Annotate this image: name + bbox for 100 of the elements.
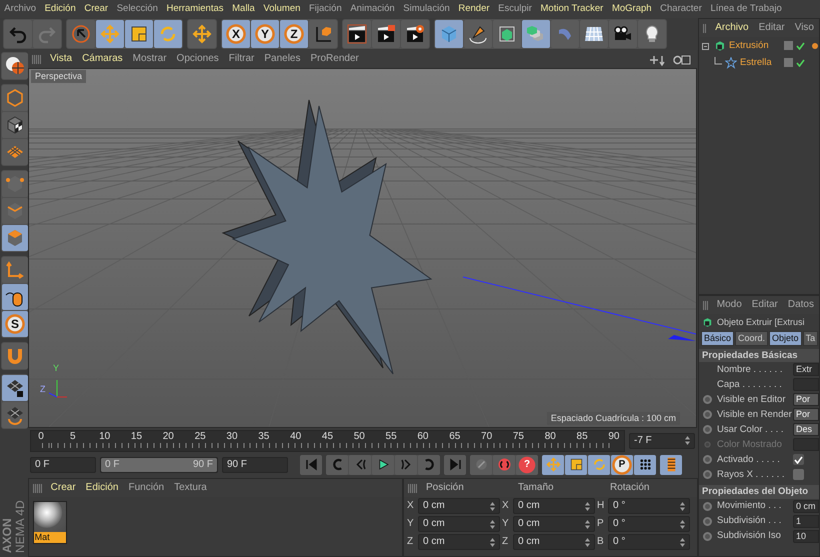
menu-item[interactable]: Animación xyxy=(346,3,399,15)
value-field[interactable]: 0 cm xyxy=(513,516,595,532)
grid-rotate-button[interactable] xyxy=(2,402,28,428)
value-field[interactable]: 0 ° xyxy=(608,534,690,550)
view-navigation-icon[interactable] xyxy=(648,54,692,66)
value-field[interactable]: 0 cm xyxy=(418,498,500,514)
magnet-button[interactable] xyxy=(2,343,28,369)
grid-lock-button[interactable] xyxy=(2,375,28,401)
menu-item[interactable]: Malla xyxy=(228,3,260,15)
keyframe-icon[interactable] xyxy=(703,425,712,434)
keyframe-icon[interactable] xyxy=(703,470,712,480)
menu-item[interactable]: Fijación xyxy=(304,3,346,15)
spinner-icon[interactable] xyxy=(490,502,495,510)
textured-cube-button[interactable] xyxy=(2,112,28,138)
select-tool-button[interactable] xyxy=(67,20,95,48)
panel-grip[interactable] xyxy=(32,484,42,492)
menu-item[interactable]: Archivo xyxy=(0,3,40,15)
value-field[interactable]: 0 cm xyxy=(418,534,500,550)
axis-toggle-button[interactable]: Z xyxy=(280,20,308,48)
rotate-tool-button[interactable] xyxy=(588,454,610,474)
play-button[interactable] xyxy=(372,454,394,474)
current-frame-field[interactable]: -7 F xyxy=(629,432,695,448)
move-tool-button[interactable] xyxy=(542,454,564,474)
menu-item[interactable]: Datos xyxy=(782,299,819,311)
coordinate-system-button[interactable] xyxy=(309,20,337,48)
axis-toggle-button[interactable]: P xyxy=(611,454,633,474)
menu-item[interactable]: Editar xyxy=(746,299,783,311)
scale-tool-button[interactable] xyxy=(125,20,153,48)
menu-item[interactable]: Edición xyxy=(80,482,124,494)
undo-button[interactable] xyxy=(4,20,32,48)
dot-grid-button[interactable] xyxy=(634,454,656,474)
dropdown[interactable]: Por xyxy=(793,393,819,406)
checkbox[interactable] xyxy=(793,454,804,466)
spinner-icon[interactable] xyxy=(585,538,590,546)
spinner-icon[interactable] xyxy=(680,538,685,546)
value-field[interactable]: 0 cm xyxy=(418,516,500,532)
grid-plane-button[interactable] xyxy=(2,139,28,165)
input-field[interactable]: 1 xyxy=(793,514,819,528)
dropdown[interactable]: Por xyxy=(793,408,819,422)
menu-item[interactable]: Selección xyxy=(112,3,162,15)
floor-plane-button[interactable] xyxy=(580,20,608,48)
menu-item[interactable]: MoGraph xyxy=(608,3,656,15)
axis-toggle-button[interactable]: X xyxy=(222,20,250,48)
menu-item[interactable]: Textura xyxy=(169,482,212,494)
spinner-icon[interactable] xyxy=(680,520,685,528)
axis-toggle-button[interactable]: Y xyxy=(251,20,279,48)
menu-item[interactable]: Crear xyxy=(46,482,81,494)
end-frame-field[interactable]: 90 F xyxy=(222,456,288,472)
keyframe-icon[interactable] xyxy=(703,395,712,404)
menu-item[interactable]: Crear xyxy=(80,3,112,15)
render-settings-button[interactable] xyxy=(401,20,429,48)
menu-item[interactable]: Esculpir xyxy=(494,3,536,15)
value-field[interactable]: 0 cm xyxy=(513,498,595,514)
menu-item[interactable]: Vista xyxy=(45,53,78,65)
keyframe-icon[interactable] xyxy=(703,502,712,511)
mouse-button[interactable] xyxy=(2,284,28,310)
spinner-icon[interactable] xyxy=(680,502,685,510)
spinner-icon[interactable] xyxy=(490,520,495,528)
tab[interactable]: Coord. xyxy=(735,331,768,346)
previous-key-button[interactable] xyxy=(326,454,348,474)
menu-item[interactable]: ProRender xyxy=(306,53,364,65)
check-icon[interactable] xyxy=(796,58,805,66)
start-frame-field[interactable]: 0 F xyxy=(30,456,96,472)
object-name[interactable]: Estrella xyxy=(740,56,781,68)
keyframe-icon[interactable] xyxy=(703,410,712,420)
axis-toggle-button[interactable]: S xyxy=(2,311,28,337)
menu-item[interactable]: Cámaras xyxy=(77,53,128,65)
dropdown[interactable]: Des xyxy=(793,423,819,436)
light-bulb-button[interactable] xyxy=(638,20,666,48)
menu-item[interactable]: Modo xyxy=(712,299,747,311)
menu-item[interactable]: Archivo xyxy=(710,22,754,34)
menu-item[interactable]: Paneles xyxy=(259,53,306,65)
checkbox[interactable] xyxy=(793,469,804,480)
menu-item[interactable]: Render xyxy=(454,3,494,15)
camera-button[interactable] xyxy=(609,20,637,48)
menu-item[interactable]: Línea de Trabajo xyxy=(706,3,786,15)
menu-item[interactable]: Mostrar xyxy=(128,53,172,65)
cube-face-button[interactable] xyxy=(2,225,28,251)
value-field[interactable]: 0 ° xyxy=(608,498,690,514)
menu-item[interactable]: Filtrar xyxy=(224,53,260,65)
menu-item[interactable]: Character xyxy=(656,3,706,15)
panel-grip[interactable] xyxy=(703,300,708,310)
value-field[interactable]: 0 cm xyxy=(513,534,595,550)
tab[interactable]: Básico xyxy=(701,331,734,346)
first-frame-button[interactable] xyxy=(300,454,322,474)
menu-item[interactable]: Edición xyxy=(40,3,80,15)
menu-item[interactable]: Viso xyxy=(790,22,819,34)
menu-item[interactable]: Opciones xyxy=(172,53,224,65)
tag-icon[interactable] xyxy=(812,42,818,48)
cube-edges-button[interactable] xyxy=(2,198,28,224)
spinner-icon[interactable] xyxy=(585,502,590,510)
record-key-button[interactable] xyxy=(470,454,492,474)
move-tool-button[interactable] xyxy=(188,20,216,48)
film-strip-button[interactable] xyxy=(660,454,682,474)
menu-item[interactable]: Herramientas xyxy=(162,3,228,15)
input-field[interactable]: 10 xyxy=(793,530,819,543)
render-view-button[interactable] xyxy=(343,20,371,48)
check-icon[interactable] xyxy=(796,42,805,50)
scale-tool-button[interactable] xyxy=(565,454,587,474)
panel-grip[interactable] xyxy=(408,484,417,492)
